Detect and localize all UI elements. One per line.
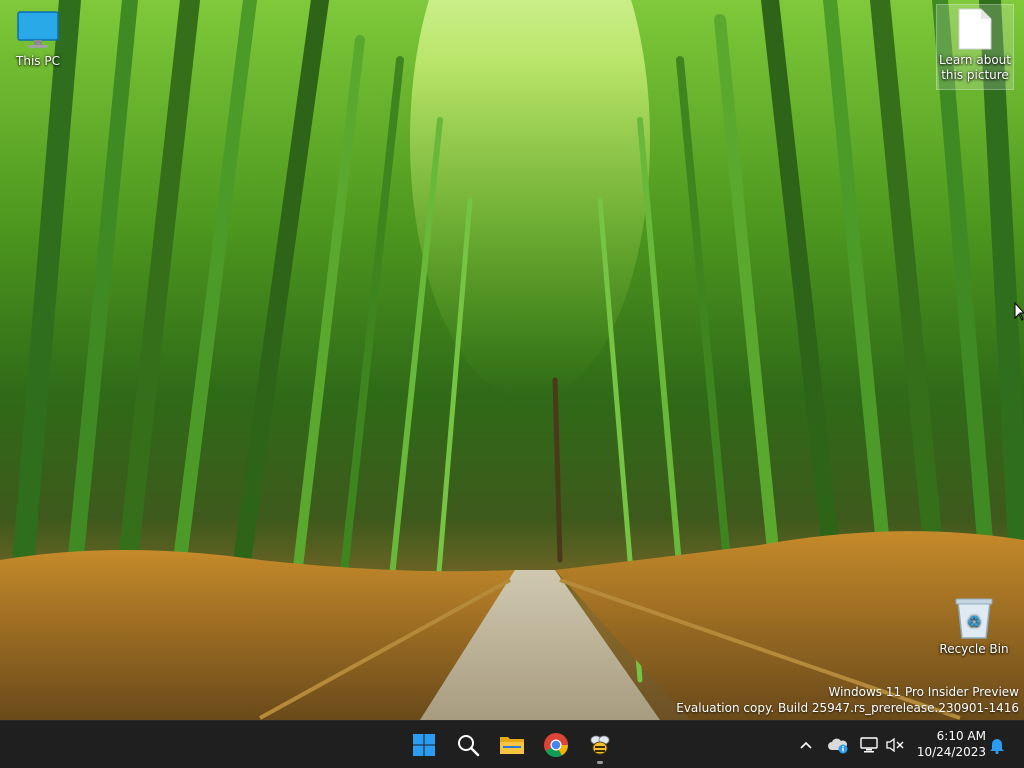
chrome-icon <box>544 733 568 758</box>
running-app-button[interactable] <box>580 725 620 765</box>
recycle-bin-icon: ♻ <box>950 594 998 642</box>
network-icon <box>860 737 878 753</box>
search-button[interactable] <box>448 725 488 765</box>
file-explorer-button[interactable] <box>492 725 532 765</box>
onedrive-tray-button[interactable] <box>826 729 850 761</box>
chevron-up-icon <box>800 741 812 749</box>
windows-evaluation-watermark: Windows 11 Pro Insider Preview Evaluatio… <box>676 684 1019 716</box>
document-icon <box>951 5 999 53</box>
folder-icon <box>500 737 524 754</box>
notifications-button[interactable] <box>986 729 1008 761</box>
desktop-icon-recycle-bin[interactable]: ♻ Recycle Bin <box>936 594 1012 657</box>
desktop-icon-this-pc[interactable]: This PC <box>0 6 76 69</box>
network-tray-button[interactable] <box>858 729 880 761</box>
desktop-icon-label: Recycle Bin <box>939 642 1009 656</box>
computer-monitor-icon <box>14 6 62 54</box>
cloud-info-icon <box>828 738 848 754</box>
mouse-cursor-icon <box>1014 302 1024 321</box>
watermark-line-build: Evaluation copy. Build 25947.rs_prerelea… <box>676 701 1019 715</box>
desktop[interactable]: This PC Learn about this picture ♻ Recyc… <box>0 0 1024 720</box>
volume-muted-icon <box>886 737 904 753</box>
desktop-icon-label: This PC <box>16 54 60 68</box>
bee-icon <box>590 735 610 755</box>
watermark-line-edition: Windows 11 Pro Insider Preview <box>828 685 1019 699</box>
clock-date: 10/24/2023 <box>916 745 986 759</box>
search-icon <box>458 735 480 757</box>
windows-start-icon <box>413 734 435 756</box>
desktop-icon-label: Learn about this picture <box>939 53 1011 82</box>
bell-icon <box>990 739 1004 754</box>
clock-time: 6:10 AM <box>936 729 986 743</box>
running-indicator <box>597 761 603 764</box>
start-button[interactable] <box>404 725 444 765</box>
wallpaper-bamboo-forest <box>0 0 1024 720</box>
taskbar-clock[interactable]: 6:10 AM 10/24/2023 <box>912 728 986 760</box>
taskbar: 6:10 AM 10/24/2023 <box>0 720 1024 768</box>
chrome-button[interactable] <box>536 725 576 765</box>
volume-tray-button[interactable] <box>884 729 906 761</box>
desktop-icon-learn-about-picture[interactable]: Learn about this picture <box>936 4 1014 90</box>
svg-text:♻: ♻ <box>967 612 981 631</box>
show-hidden-icons-button[interactable] <box>796 729 816 761</box>
